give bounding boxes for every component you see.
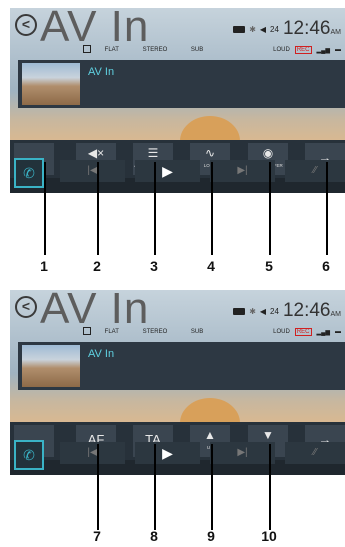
rec-badge: REC	[294, 328, 312, 336]
loud-status: LOUD	[273, 329, 290, 335]
sliders-icon: ☰	[147, 146, 159, 160]
stereo-status: STEREO	[142, 328, 168, 335]
play-icon: ▶	[162, 445, 173, 461]
shuffle-icon: ⁄⁄	[313, 447, 317, 458]
volume-level: 24	[270, 306, 279, 316]
sub-status: SUB	[190, 328, 204, 335]
signal-icon: ▂▄▆	[316, 47, 330, 54]
phone-button[interactable]: ✆	[14, 440, 44, 470]
subwoofer-icon: ◉	[262, 146, 274, 160]
now-playing-panel: AV In	[18, 60, 345, 108]
callout-line-4	[211, 162, 213, 255]
source-thumbnail	[22, 345, 80, 387]
skip-next-button[interactable]: ▶|	[210, 442, 275, 464]
status-indicators-left: FLAT STEREO SUB	[83, 327, 225, 335]
background-dune	[180, 398, 240, 423]
playback-bar: ✆ |◀ ▶ ▶| ⁄⁄	[10, 440, 345, 475]
callout-line-8	[154, 444, 156, 530]
callout-number-4: 4	[207, 258, 215, 274]
skip-next-icon: ▶|	[237, 165, 248, 176]
callout-number-10: 10	[261, 528, 277, 544]
skip-next-button[interactable]: ▶|	[210, 160, 275, 182]
callout-line-7	[97, 444, 99, 530]
rec-badge: REC	[294, 46, 312, 54]
skip-previous-button[interactable]: |◀	[60, 442, 125, 464]
arrow-down-icon: ▼	[262, 428, 274, 442]
phone-button[interactable]: ✆	[14, 158, 44, 188]
sub-status: SUB	[190, 46, 204, 53]
shuffle-button[interactable]: ⁄⁄	[285, 160, 345, 182]
status-indicators-right: LOUD REC ▂▄▆ ▬	[273, 328, 341, 336]
callout-number-9: 9	[207, 528, 215, 544]
source-icon	[83, 45, 91, 53]
track-title: AV In	[88, 348, 115, 360]
callout-number-3: 3	[150, 258, 158, 274]
battery-icon	[233, 307, 246, 315]
battery-small-icon: ▬	[335, 47, 341, 53]
signal-icon: ▂▄▆	[316, 329, 330, 336]
clock: 12:46AM	[282, 18, 341, 39]
background-dune	[180, 116, 240, 141]
arrow-up-icon: ▲	[204, 428, 216, 442]
shuffle-icon: ⁄⁄	[313, 165, 317, 176]
mute-icon: ◀×	[87, 146, 105, 160]
clock: 12:46AM	[282, 300, 341, 321]
volume-icon: ◀	[259, 306, 267, 316]
callout-number-1: 1	[40, 258, 48, 274]
track-title: AV In	[88, 66, 115, 78]
av-in-screen-2: < AV In FLAT STEREO SUB ✱ ◀ 24 12:46AM L…	[10, 290, 345, 475]
phone-icon: ✆	[23, 165, 35, 181]
volume-level: 24	[270, 24, 279, 34]
source-icon	[83, 327, 91, 335]
stereo-status: STEREO	[142, 46, 168, 53]
bluetooth-icon: ✱	[249, 306, 256, 316]
callout-number-5: 5	[265, 258, 273, 274]
callout-line-1	[44, 162, 46, 255]
callout-line-3	[154, 162, 156, 255]
bluetooth-icon: ✱	[249, 24, 256, 34]
source-thumbnail	[22, 63, 80, 105]
play-button[interactable]: ▶	[135, 160, 200, 182]
now-playing-panel: AV In	[18, 342, 345, 390]
shuffle-button[interactable]: ⁄⁄	[285, 442, 345, 464]
callout-line-10	[269, 444, 271, 530]
battery-icon	[233, 25, 246, 33]
playback-bar: ✆ |◀ ▶ ▶| ⁄⁄	[10, 158, 345, 193]
top-status-bar: ✱ ◀ 24 12:46AM	[233, 18, 341, 40]
callout-line-5	[269, 162, 271, 255]
callout-line-2	[97, 162, 99, 255]
callout-number-7: 7	[93, 528, 101, 544]
back-button[interactable]: <	[15, 14, 37, 36]
play-button[interactable]: ▶	[135, 442, 200, 464]
callout-line-6	[326, 162, 328, 255]
top-status-bar: ✱ ◀ 24 12:46AM	[233, 300, 341, 322]
eq-status: FLAT	[104, 328, 119, 335]
callout-line-9	[211, 444, 213, 530]
battery-small-icon: ▬	[335, 329, 341, 335]
loud-icon: ∿	[204, 146, 216, 160]
skip-previous-button[interactable]: |◀	[60, 160, 125, 182]
loud-status: LOUD	[273, 47, 290, 53]
skip-next-icon: ▶|	[237, 447, 248, 458]
status-indicators-right: LOUD REC ▂▄▆ ▬	[273, 46, 341, 54]
back-button[interactable]: <	[15, 296, 37, 318]
callout-number-6: 6	[322, 258, 330, 274]
av-in-screen-1: < AV In FLAT STEREO SUB ✱ ◀ 24 12:46AM L…	[10, 8, 345, 193]
volume-icon: ◀	[259, 24, 267, 34]
callout-number-2: 2	[93, 258, 101, 274]
phone-icon: ✆	[23, 447, 35, 463]
play-icon: ▶	[162, 163, 173, 179]
eq-status: FLAT	[104, 46, 119, 53]
status-indicators-left: FLAT STEREO SUB	[83, 45, 225, 53]
callout-number-8: 8	[150, 528, 158, 544]
